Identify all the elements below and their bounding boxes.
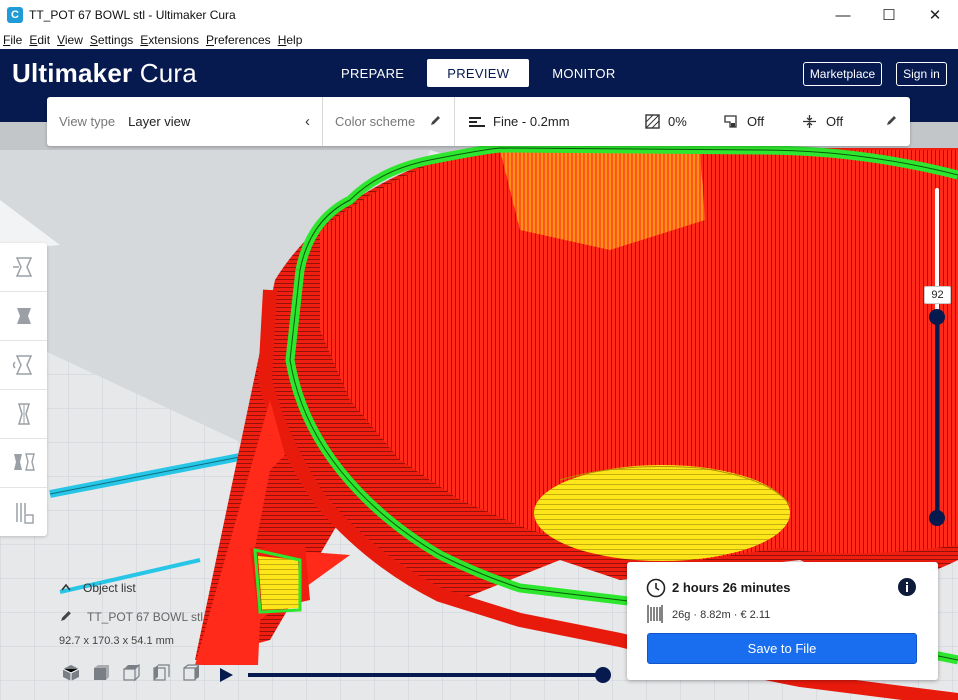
scale-icon [16, 308, 31, 324]
right-view-icon[interactable] [181, 664, 201, 682]
menu-preferences[interactable]: Preferences [203, 33, 274, 47]
clock-icon [646, 578, 666, 598]
print-time: 2 hours 26 minutes [672, 580, 791, 595]
mirror-icon [17, 403, 30, 425]
sign-in-button[interactable]: Sign in [896, 62, 947, 86]
cura-app-icon: C [7, 7, 23, 23]
object-list-item[interactable]: TT_POT 67 BOWL stl [55, 607, 203, 627]
layer-slider-lower-handle[interactable] [929, 510, 945, 526]
support-blocker-icon [15, 502, 34, 524]
adhesion-icon [803, 115, 816, 128]
per-model-settings-button[interactable] [0, 439, 47, 488]
tab-prepare[interactable]: PREPARE [324, 59, 421, 87]
object-name: TT_POT 67 BOWL stl [87, 610, 204, 624]
logo-light-text: Cura [139, 58, 197, 88]
move-tool-button[interactable] [0, 243, 47, 292]
settings-pencil-icon[interactable] [886, 114, 898, 129]
play-icon[interactable] [218, 667, 234, 683]
infill-value: 0% [668, 114, 687, 129]
ultimaker-cura-logo: Ultimaker Cura [12, 58, 197, 89]
object-dimensions: 92.7 x 170.3 x 54.1 mm [59, 635, 174, 647]
simulation-handle[interactable] [595, 667, 611, 683]
minimize-button[interactable]: — [820, 0, 866, 30]
3d-view-icon[interactable] [61, 664, 81, 682]
view-type-label: View type [59, 114, 116, 129]
front-view-icon[interactable] [91, 664, 111, 682]
mirror-tool-button[interactable] [0, 390, 47, 439]
logo-bold-text: Ultimaker [12, 58, 133, 88]
info-icon[interactable] [897, 577, 917, 597]
print-settings-toolbar: View type Layer view ‹ Color scheme Fine… [47, 97, 910, 146]
simulation-progress [248, 673, 603, 677]
layer-slider-range [935, 316, 939, 518]
marketplace-button[interactable]: Marketplace [803, 62, 882, 86]
menu-edit[interactable]: Edit [26, 33, 53, 47]
support-value: Off [747, 114, 765, 129]
view-type-value: Layer view [128, 114, 191, 129]
bottom-toolbar [55, 660, 625, 688]
profile-value: Fine - 0.2mm [493, 114, 570, 129]
layer-slider[interactable]: 92 [920, 180, 954, 530]
menu-help[interactable]: Help [275, 33, 306, 47]
scale-tool-button[interactable] [0, 292, 47, 341]
chevron-up-icon [61, 582, 71, 594]
menu-extensions[interactable]: Extensions [137, 33, 202, 47]
tab-preview[interactable]: PREVIEW [427, 59, 530, 87]
current-layer-label[interactable]: 92 [924, 285, 951, 304]
rotate-icon [12, 355, 32, 375]
object-list-header[interactable]: Object list [55, 578, 203, 598]
print-information-panel: 2 hours 26 minutes 26g · 8.82m · € 2.11 … [627, 562, 938, 680]
print-setup-selector[interactable]: Fine - 0.2mm 0% Off Off [455, 97, 910, 146]
layer-slider-upper-handle[interactable] [929, 308, 945, 325]
material-estimate: 26g · 8.82m · € 2.11 [672, 609, 771, 621]
window-title-bar: C TT_POT 67 BOWL stl - Ultimaker Cura — … [0, 0, 958, 30]
menu-view[interactable]: View [54, 33, 86, 47]
stage-tabs: PREPARE PREVIEW MONITOR [324, 59, 639, 87]
left-view-icon[interactable] [151, 664, 171, 682]
per-model-settings-icon [13, 453, 35, 471]
pencil-icon[interactable] [430, 114, 442, 129]
support-arm-skin [258, 556, 300, 610]
profile-bars-icon [469, 116, 485, 127]
tab-monitor[interactable]: MONITOR [535, 59, 632, 87]
adhesion-value: Off [826, 114, 844, 129]
bottom-skin [534, 465, 790, 561]
object-list-title: Object list [83, 581, 136, 595]
save-to-file-button[interactable]: Save to File [647, 633, 917, 664]
close-button[interactable]: ✕ [912, 0, 958, 30]
maximize-button[interactable]: ☐ [866, 0, 912, 30]
chevron-left-icon[interactable]: ‹ [305, 113, 310, 130]
top-view-icon[interactable] [121, 664, 141, 682]
menu-bar: File Edit View Settings Extensions Prefe… [0, 30, 958, 49]
menu-settings[interactable]: Settings [87, 33, 136, 47]
infill-icon [645, 114, 660, 129]
color-scheme-selector[interactable]: Color scheme [323, 97, 455, 146]
window-title: TT_POT 67 BOWL stl - Ultimaker Cura [29, 8, 236, 22]
object-list-panel: Object list TT_POT 67 BOWL stl 92.7 x 17… [55, 578, 203, 651]
move-icon [12, 257, 32, 277]
tool-panel [0, 243, 47, 536]
support-blocker-button[interactable] [0, 488, 47, 537]
object-pencil-icon [60, 609, 73, 625]
rotate-tool-button[interactable] [0, 341, 47, 390]
color-scheme-label: Color scheme [335, 114, 416, 129]
view-type-selector[interactable]: View type Layer view ‹ [47, 97, 323, 146]
support-icon [724, 115, 737, 128]
menu-file[interactable]: File [0, 33, 25, 47]
filament-spool-icon [647, 605, 663, 623]
